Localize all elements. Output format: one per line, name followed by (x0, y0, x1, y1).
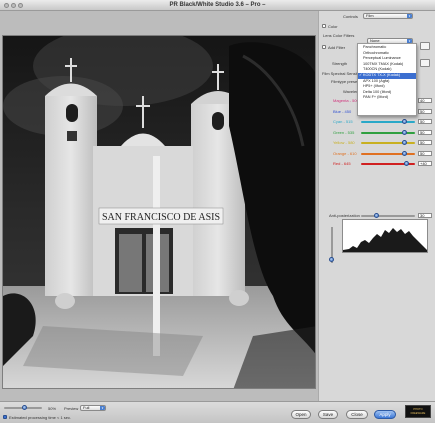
channel-label: Magenta - 500 (333, 98, 359, 103)
filmtype-menu-item[interactable]: PAN F+ (Ilford) (358, 95, 416, 101)
filmtype-menu-item-label: Perceptual Luminance (363, 56, 401, 61)
photo-image: SAN FRANCISCO DE ASIS (3, 36, 315, 388)
filmtype-menu-item-label: HP5+ (Ilford) (363, 84, 385, 89)
preview-value: Full (83, 405, 90, 410)
add-filter-checkbox[interactable] (322, 45, 326, 49)
color-checkbox[interactable] (322, 24, 326, 28)
histogram-graph (343, 228, 427, 252)
channel-slider-knob[interactable] (402, 140, 408, 145)
vertical-slider-knob[interactable] (329, 257, 334, 262)
channel-value[interactable]: 50 (418, 150, 432, 156)
channel-slider[interactable] (361, 161, 415, 166)
channel-value[interactable]: 50 (418, 119, 432, 124)
title-bar: PR Black/White Studio 3.6 – Pro – (0, 0, 435, 11)
estimated-label: Estimated processing time < 1 sec. (9, 415, 72, 420)
canvas-area: SAN FRANCISCO DE ASIS (0, 11, 318, 401)
logo-line1: PHOTO (413, 408, 423, 411)
filmtype-menu-item-label: Delta 100 (Ilford) (363, 89, 392, 94)
channel-label: Red - 645 (333, 161, 351, 166)
lens-color-filters-label: Lens Color Filters (323, 33, 355, 38)
channel-label: Yellow - 580 (333, 140, 355, 145)
preview-label: Preview (64, 406, 79, 411)
channel-value[interactable]: 50 (418, 108, 432, 114)
channel-value[interactable]: 50 (418, 129, 432, 135)
zoom-value: 50% (48, 406, 57, 411)
histogram-chart (342, 219, 428, 253)
controls-select[interactable]: Film ▾ (363, 13, 413, 19)
channel-slider-knob[interactable] (404, 161, 410, 166)
filmtype-menu-item-label: KODTX TX-X (Kodak) (363, 72, 401, 77)
open-button[interactable]: Open (291, 410, 311, 419)
close-button[interactable]: Close (346, 410, 368, 419)
channel-slider-knob[interactable] (402, 150, 408, 156)
filmtype-menu-item-label: 100TMX TMAX (Kodak) (363, 61, 404, 66)
zoom-slider[interactable] (4, 405, 42, 410)
chevron-down-icon: ▾ (100, 406, 105, 410)
antiposterization-label: Anti-posterization (329, 213, 360, 218)
chevron-down-icon: ▾ (407, 14, 412, 18)
bottom-bar: 50% Preview Full ▾ Estimated processing … (0, 401, 435, 423)
church-photo[interactable]: SAN FRANCISCO DE ASIS (2, 35, 316, 389)
logo-line2: FREEWARE (410, 412, 426, 415)
apply-button[interactable]: Apply (374, 410, 396, 419)
channel-slider[interactable] (361, 150, 415, 156)
channel-label: Cyan - 515 (333, 119, 353, 124)
filmtype-menu-item-label: APX 100 (Agfa) (363, 78, 390, 83)
save-button[interactable]: Save (318, 410, 338, 419)
antiposterization-knob[interactable] (374, 213, 380, 218)
channel-slider[interactable] (361, 129, 415, 135)
channel-value[interactable]: 40 (418, 98, 432, 103)
estimated-checkbox[interactable] (3, 415, 7, 419)
filmtype-menu-item-label: Orthochromatic (363, 50, 389, 55)
channel-label: Blue - 450 (333, 108, 352, 114)
filmtype-preset-label: Filmtype preset (331, 79, 359, 84)
filter-color-swatch[interactable] (420, 42, 430, 50)
strength-label: Strength (332, 61, 348, 66)
filmtype-menu[interactable]: Panchromatic Orthochromatic Perceptual Lum… (357, 43, 417, 116)
antiposterization-value[interactable]: 30 (418, 213, 432, 218)
photo-freeware-logo: PHOTO FREEWARE (405, 405, 431, 418)
channel-label: Orange - 610 (333, 150, 357, 156)
controls-value: Film (366, 13, 374, 18)
filmtype-menu-item-label: T400CN (Kodak) (363, 67, 392, 72)
strength-swatch[interactable] (420, 59, 430, 67)
cross-sign-text: SAN FRANCISCO DE ASIS (102, 212, 220, 223)
preview-select[interactable]: Full ▾ (80, 405, 106, 411)
zoom-knob[interactable] (21, 405, 27, 410)
filmtype-menu-item-label: Panchromatic (363, 45, 387, 49)
channel-label: Green - 535 (333, 129, 355, 135)
channel-slider[interactable] (361, 140, 415, 145)
controls-label: Controls (343, 14, 358, 19)
window-title: PR Black/White Studio 3.6 – Pro – (169, 2, 266, 8)
channel-value[interactable]: 50 (418, 140, 432, 145)
histogram-vertical-slider[interactable] (329, 227, 334, 263)
add-filter-label: Add Filter (328, 45, 346, 50)
filmtype-menu-item-label: PAN F+ (Ilford) (363, 95, 389, 100)
antiposterization-slider[interactable] (361, 213, 415, 218)
channel-slider[interactable] (361, 119, 415, 124)
channel-value[interactable]: +40 (418, 161, 432, 166)
color-label: Color (328, 24, 338, 29)
channel-slider-knob[interactable] (402, 119, 408, 124)
channel-slider-knob[interactable] (402, 129, 408, 135)
